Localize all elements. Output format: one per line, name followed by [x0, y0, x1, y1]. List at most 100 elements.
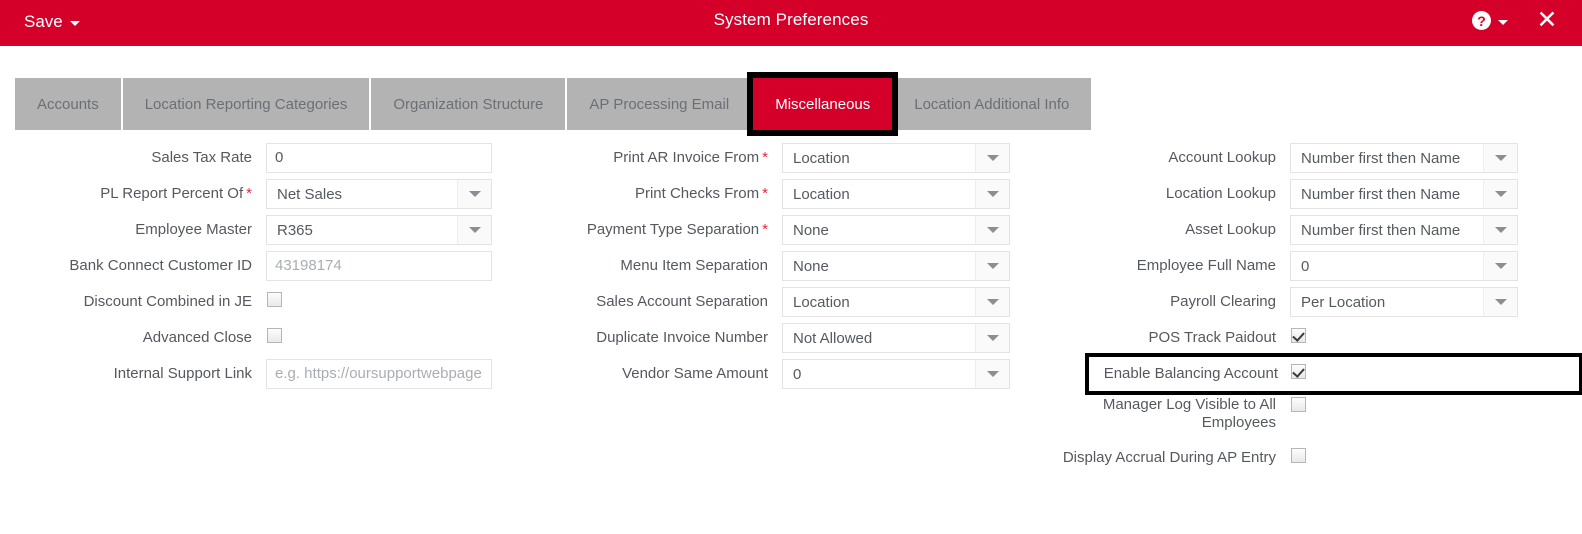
close-button[interactable]: ✕	[1534, 7, 1560, 33]
form-row-enable-balancing-account: Enable Balancing Account	[1085, 353, 1582, 395]
field-label-manager-log-visible-to-all-employees: Manager Log Visible to All Employees	[1040, 392, 1290, 432]
tab-location-additional-info[interactable]: Location Additional Info	[892, 78, 1092, 130]
chevron-down-icon[interactable]	[1483, 252, 1517, 280]
form-row-duplicate-invoice-number: Duplicate Invoice Number Not Allowed	[530, 320, 1030, 356]
form-row-discount-combined-in-je: Discount Combined in JE	[0, 284, 520, 320]
field-label-payroll-clearing: Payroll Clearing	[1040, 293, 1290, 311]
field-label-text: Internal Support Link	[113, 365, 252, 382]
select-location-lookup[interactable]: Number first then Name	[1290, 179, 1518, 209]
tab-miscellaneous[interactable]: Miscellaneous	[747, 72, 899, 136]
chevron-down-icon[interactable]	[975, 180, 1009, 208]
field-label-pl-report-percent-of: PL Report Percent Of *	[0, 185, 266, 203]
checkbox-display-accrual-during-ap-entry[interactable]	[1291, 448, 1306, 463]
tab-accounts[interactable]: Accounts	[15, 78, 123, 130]
field-label-text: Display Accrual During AP Entry	[1062, 449, 1276, 466]
field-control	[1290, 392, 1306, 417]
chevron-down-icon[interactable]	[457, 216, 491, 244]
select-print-ar-invoice-from[interactable]: Location	[782, 143, 1010, 173]
field-label-text: Sales Tax Rate	[151, 149, 252, 166]
field-control: None	[782, 251, 1010, 281]
select-asset-lookup[interactable]: Number first then Name	[1290, 215, 1518, 245]
form-row-payroll-clearing: Payroll Clearing Per Location	[1040, 284, 1580, 320]
tab-ap-processing-email[interactable]: AP Processing Email	[567, 78, 754, 130]
field-label-text: Manager Log Visible to All Employees	[1102, 396, 1276, 431]
field-label-text: Payment Type Separation	[586, 221, 760, 238]
select-employee-full-name[interactable]: 0	[1290, 251, 1518, 281]
tab-bar: Accounts Location Reporting Categories Org…	[15, 72, 1092, 136]
select-value: Number first then Name	[1301, 149, 1461, 167]
chevron-down-glyph	[986, 263, 999, 269]
field-label-menu-item-separation: Menu Item Separation	[530, 257, 782, 275]
field-label-text: Employee Full Name	[1136, 257, 1276, 274]
chevron-down-icon[interactable]	[975, 360, 1009, 388]
chevron-down-icon[interactable]	[1483, 144, 1517, 172]
chevron-down-icon[interactable]	[975, 288, 1009, 316]
form-row-employee-full-name: Employee Full Name 0	[1040, 248, 1580, 284]
form-column-2: Print AR Invoice From * Location Print Chec…	[530, 140, 1030, 392]
chevron-down-icon	[1498, 19, 1508, 25]
chevron-down-glyph	[986, 335, 999, 341]
checkbox-pos-track-paidout[interactable]	[1291, 328, 1306, 343]
required-asterisk: *	[762, 185, 768, 202]
field-control: Number first then Name	[1290, 215, 1518, 245]
chevron-down-icon[interactable]	[1483, 216, 1517, 244]
chevron-down-icon[interactable]	[975, 216, 1009, 244]
select-payroll-clearing[interactable]: Per Location	[1290, 287, 1518, 317]
checkbox-advanced-close[interactable]	[267, 328, 282, 343]
tab-location-reporting-categories[interactable]: Location Reporting Categories	[122, 78, 372, 130]
chevron-down-icon[interactable]	[1483, 288, 1517, 316]
form-column-1: Sales Tax Rate 0 PL Report Percent Of * Net …	[0, 140, 520, 392]
select-value: Location	[793, 185, 850, 203]
field-label-text: Duplicate Invoice Number	[596, 329, 768, 346]
chevron-down-icon[interactable]	[1483, 180, 1517, 208]
chevron-down-glyph	[986, 371, 999, 377]
field-label-duplicate-invoice-number: Duplicate Invoice Number	[530, 329, 782, 347]
chevron-down-icon[interactable]	[457, 180, 491, 208]
select-value: Number first then Name	[1301, 221, 1461, 239]
select-sales-account-separation[interactable]: Location	[782, 287, 1010, 317]
form-row-internal-support-link: Internal Support Link e.g. https://oursup…	[0, 356, 520, 392]
checkbox-enable-balancing-account[interactable]	[1291, 364, 1306, 379]
chevron-down-glyph	[1494, 227, 1507, 233]
select-duplicate-invoice-number[interactable]: Not Allowed	[782, 323, 1010, 353]
select-value: Not Allowed	[793, 329, 873, 347]
select-pl-report-percent-of[interactable]: Net Sales	[266, 179, 492, 209]
input-bank-connect-customer-id[interactable]: 43198174	[266, 251, 492, 281]
select-payment-type-separation[interactable]: None	[782, 215, 1010, 245]
chevron-down-glyph	[986, 155, 999, 161]
select-employee-master[interactable]: R365	[266, 215, 492, 245]
help-menu-button[interactable]: ?	[1472, 11, 1508, 30]
tab-label: Accounts	[37, 95, 99, 113]
field-label-text: Account Lookup	[1168, 149, 1276, 166]
chevron-down-glyph	[1494, 263, 1507, 269]
select-menu-item-separation[interactable]: None	[782, 251, 1010, 281]
field-control: 43198174	[266, 251, 492, 281]
chevron-down-icon[interactable]	[975, 252, 1009, 280]
form-row-menu-item-separation: Menu Item Separation None	[530, 248, 1030, 284]
field-control: Per Location	[1290, 287, 1518, 317]
chevron-down-glyph	[986, 227, 999, 233]
chevron-down-glyph	[986, 299, 999, 305]
checkbox-discount-combined-in-je[interactable]	[267, 292, 282, 307]
field-label-text: Print AR Invoice From	[613, 149, 760, 166]
page-title: System Preferences	[713, 10, 869, 29]
input-internal-support-link[interactable]: e.g. https://oursupportwebpage	[266, 359, 492, 389]
tab-organization-structure[interactable]: Organization Structure	[371, 78, 568, 130]
field-label-bank-connect-customer-id: Bank Connect Customer ID	[0, 257, 266, 275]
tab-label: Miscellaneous	[775, 95, 871, 113]
select-vendor-same-amount[interactable]: 0	[782, 359, 1010, 389]
checkbox-manager-log-visible-to-all-employees[interactable]	[1291, 397, 1306, 412]
field-control: 0	[266, 143, 492, 173]
select-print-checks-from[interactable]: Location	[782, 179, 1010, 209]
field-control: R365	[266, 215, 492, 245]
field-label-employee-full-name: Employee Full Name	[1040, 257, 1290, 275]
chevron-down-icon[interactable]	[975, 324, 1009, 352]
select-account-lookup[interactable]: Number first then Name	[1290, 143, 1518, 173]
field-control: Location	[782, 179, 1010, 209]
chevron-down-icon[interactable]	[975, 144, 1009, 172]
field-label-text: Location Lookup	[1165, 185, 1276, 202]
input-sales-tax-rate[interactable]: 0	[266, 143, 492, 173]
field-label-text: Print Checks From	[634, 185, 760, 202]
field-label-location-lookup: Location Lookup	[1040, 185, 1290, 203]
tab-label: AP Processing Email	[589, 95, 730, 113]
